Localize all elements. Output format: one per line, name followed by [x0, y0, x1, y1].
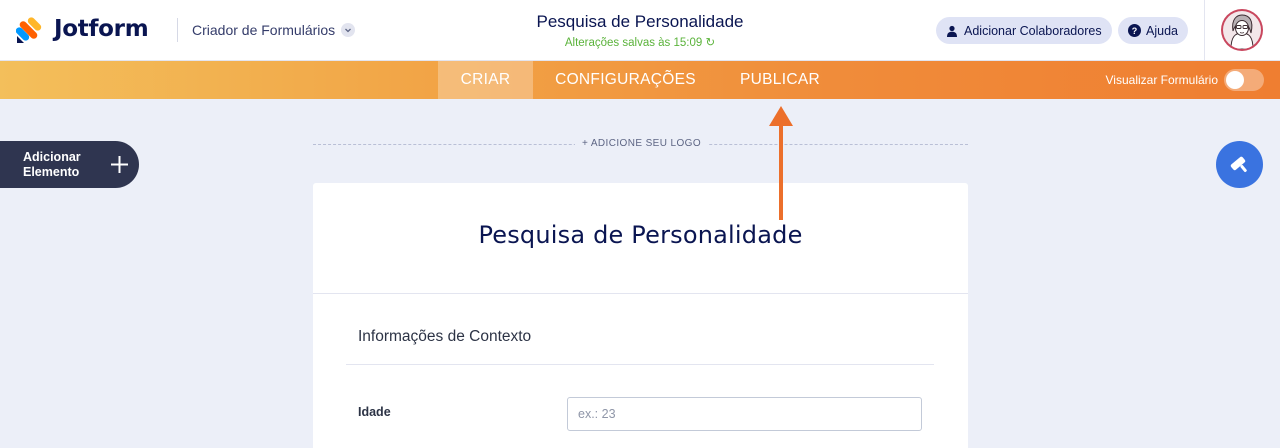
paint-roller-icon	[1230, 156, 1247, 172]
form-heading[interactable]: Pesquisa de Personalidade	[313, 221, 968, 249]
avatar-image	[1223, 11, 1261, 49]
add-element-button[interactable]: Adicionar Elemento	[0, 141, 139, 188]
add-element-label-line1: Adicionar	[23, 150, 81, 164]
age-field-label: Idade	[358, 405, 391, 419]
tab-settings[interactable]: CONFIGURAÇÕES	[540, 61, 711, 99]
builder-nav: CRIAR CONFIGURAÇÕES PUBLICAR Visualizar …	[0, 61, 1280, 99]
heading-separator	[313, 293, 968, 294]
jotform-logo-icon	[16, 17, 42, 43]
builder-label: Criador de Formulários	[192, 22, 336, 38]
form-title[interactable]: Pesquisa de Personalidade	[440, 12, 840, 32]
avatar[interactable]	[1221, 9, 1263, 51]
tab-create[interactable]: CRIAR	[438, 61, 533, 99]
chevron-down-icon	[341, 23, 356, 37]
add-element-label: Adicionar Elemento	[23, 150, 81, 180]
brand-name: Jotform	[54, 16, 149, 42]
toggle-switch[interactable]	[1224, 69, 1264, 91]
user-icon	[947, 25, 957, 37]
jotform-logo[interactable]: Jotform	[16, 14, 149, 44]
age-input[interactable]	[567, 397, 922, 431]
preview-form-toggle[interactable]: Visualizar Formulário	[1106, 69, 1264, 91]
help-label: Ajuda	[1146, 23, 1178, 38]
header-divider	[177, 18, 178, 42]
form-card: Pesquisa de Personalidade Informações de…	[313, 183, 968, 448]
save-status: Alterações salvas às 15:09 ↻	[440, 35, 840, 49]
add-collaborators-button[interactable]: Adicionar Colaboradores	[936, 17, 1112, 44]
annotation-arrow-icon	[769, 106, 793, 220]
help-button[interactable]: ? Ajuda	[1118, 17, 1188, 44]
header-divider-right	[1204, 0, 1205, 61]
save-status-text: Alterações salvas às 15:09	[564, 37, 703, 49]
form-title-area: Pesquisa de Personalidade Alterações sal…	[440, 12, 840, 49]
preview-form-label: Visualizar Formulário	[1105, 73, 1218, 87]
add-collaborators-label: Adicionar Colaboradores	[964, 23, 1102, 38]
tab-publish[interactable]: PUBLICAR	[720, 61, 840, 99]
add-logo-button[interactable]: + ADICIONE SEU LOGO	[575, 138, 709, 149]
form-designer-button[interactable]	[1216, 141, 1263, 188]
plus-icon	[111, 156, 128, 173]
toggle-knob	[1226, 71, 1244, 89]
refresh-icon: ↻	[705, 37, 716, 49]
top-header: Jotform Criador de Formulários Pesquisa …	[0, 0, 1280, 61]
builder-dropdown[interactable]: Criador de Formulários	[192, 22, 356, 38]
section-separator	[346, 364, 934, 365]
add-element-label-line2: Elemento	[23, 165, 80, 179]
section-title[interactable]: Informações de Contexto	[358, 328, 531, 346]
help-icon: ?	[1128, 24, 1141, 37]
